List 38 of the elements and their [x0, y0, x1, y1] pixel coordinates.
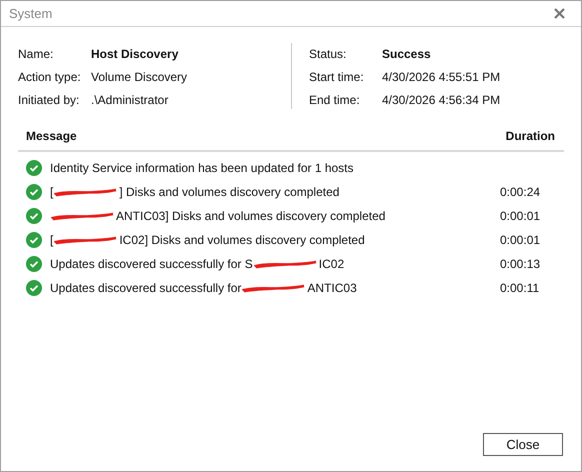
close-button[interactable]: Close: [483, 433, 563, 456]
duration-text: 0:00:01: [500, 232, 542, 249]
message-text: ] Disks and volumes discovery completed: [119, 184, 340, 201]
message-text: Identity Service information has been updated for 1 hosts: [50, 160, 354, 177]
close-icon[interactable]: [554, 8, 565, 19]
message-text: Updates discovered successfully for: [50, 280, 242, 297]
success-check-icon: [26, 232, 42, 248]
column-header: Message: [26, 128, 77, 145]
field-value: Host Discovery: [91, 46, 180, 63]
message-text: [: [50, 232, 54, 249]
duration-text: 0:00:24: [500, 184, 542, 201]
field-value: Success: [382, 46, 432, 63]
field-label: Start time:: [309, 69, 365, 86]
message-text: Updates discovered successfully for S: [50, 256, 253, 273]
field-label: Action type:: [18, 69, 82, 86]
message-text: ANTIC03] Disks and volumes discovery completed: [116, 208, 386, 225]
field-value: 4/30/2026 4:56:34 PM: [382, 92, 500, 109]
message-text: [: [50, 184, 54, 201]
message-text: IC02: [318, 256, 344, 273]
success-check-icon: [26, 280, 42, 296]
field-label: Initiated by:: [18, 92, 80, 109]
duration-text: 0:00:11: [500, 280, 540, 297]
field-value: Volume Discovery: [91, 69, 188, 86]
field-label: Status:: [309, 46, 348, 63]
field-value: .\Administrator: [91, 92, 170, 109]
success-check-icon: [26, 208, 42, 224]
success-check-icon: [26, 184, 42, 200]
field-label: End time:: [309, 92, 361, 109]
field-label: Name:: [18, 46, 54, 63]
success-check-icon: [26, 256, 42, 272]
duration-text: 0:00:01: [500, 208, 542, 225]
window-title: System: [9, 4, 52, 23]
field-value: 4/30/2026 4:55:51 PM: [382, 69, 500, 86]
message-text: IC02] Disks and volumes discovery completed: [119, 232, 365, 249]
duration-text: 0:00:13: [500, 256, 542, 273]
success-check-icon: [26, 160, 42, 176]
message-text: ANTIC03: [307, 280, 357, 297]
column-header: Duration: [506, 128, 556, 145]
